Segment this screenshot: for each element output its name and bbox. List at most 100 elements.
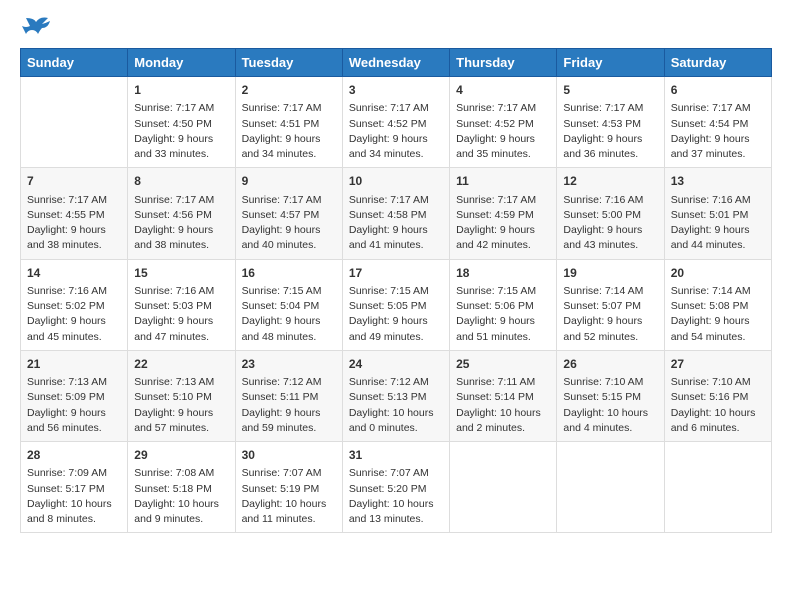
day-info-line: Daylight: 9 hours: [456, 223, 550, 238]
day-info-line: Sunset: 5:04 PM: [242, 299, 336, 314]
day-info-line: and 51 minutes.: [456, 330, 550, 345]
day-info-line: and 13 minutes.: [349, 512, 443, 527]
day-info-line: Sunrise: 7:17 AM: [563, 101, 657, 116]
calendar-cell: 13Sunrise: 7:16 AMSunset: 5:01 PMDayligh…: [664, 168, 771, 259]
day-number: 18: [456, 265, 550, 282]
day-info-line: Sunset: 5:05 PM: [349, 299, 443, 314]
day-info-line: Daylight: 9 hours: [134, 223, 228, 238]
day-info-line: and 44 minutes.: [671, 238, 765, 253]
day-info-line: Sunrise: 7:17 AM: [27, 193, 121, 208]
calendar-cell: [450, 442, 557, 533]
day-info-line: Sunrise: 7:07 AM: [349, 466, 443, 481]
day-number: 19: [563, 265, 657, 282]
day-info-line: Sunrise: 7:13 AM: [27, 375, 121, 390]
day-info-line: Sunset: 4:57 PM: [242, 208, 336, 223]
day-info-line: Sunset: 4:58 PM: [349, 208, 443, 223]
day-info-line: Sunset: 5:01 PM: [671, 208, 765, 223]
day-info-line: Sunset: 5:03 PM: [134, 299, 228, 314]
day-info-line: Sunset: 5:07 PM: [563, 299, 657, 314]
calendar-cell: 31Sunrise: 7:07 AMSunset: 5:20 PMDayligh…: [342, 442, 449, 533]
day-info-line: Sunset: 5:15 PM: [563, 390, 657, 405]
day-number: 30: [242, 447, 336, 464]
day-info-line: Daylight: 9 hours: [671, 132, 765, 147]
day-info-line: Sunrise: 7:07 AM: [242, 466, 336, 481]
day-info-line: Daylight: 9 hours: [27, 406, 121, 421]
day-info-line: Daylight: 9 hours: [349, 314, 443, 329]
calendar-cell: 24Sunrise: 7:12 AMSunset: 5:13 PMDayligh…: [342, 350, 449, 441]
day-info-line: Sunrise: 7:17 AM: [349, 193, 443, 208]
day-info-line: Sunrise: 7:12 AM: [242, 375, 336, 390]
day-info-line: Sunrise: 7:14 AM: [671, 284, 765, 299]
day-info-line: Sunrise: 7:15 AM: [242, 284, 336, 299]
day-info-line: Sunset: 4:50 PM: [134, 117, 228, 132]
logo: [20, 16, 50, 38]
calendar-cell: 7Sunrise: 7:17 AMSunset: 4:55 PMDaylight…: [21, 168, 128, 259]
calendar-cell: [21, 77, 128, 168]
day-number: 2: [242, 82, 336, 99]
calendar-cell: 4Sunrise: 7:17 AMSunset: 4:52 PMDaylight…: [450, 77, 557, 168]
calendar-cell: 26Sunrise: 7:10 AMSunset: 5:15 PMDayligh…: [557, 350, 664, 441]
day-number: 17: [349, 265, 443, 282]
calendar-table: SundayMondayTuesdayWednesdayThursdayFrid…: [20, 48, 772, 533]
day-info-line: and 37 minutes.: [671, 147, 765, 162]
calendar-cell: 8Sunrise: 7:17 AMSunset: 4:56 PMDaylight…: [128, 168, 235, 259]
week-row-0: 1Sunrise: 7:17 AMSunset: 4:50 PMDaylight…: [21, 77, 772, 168]
day-info-line: Sunrise: 7:17 AM: [671, 101, 765, 116]
day-info-line: and 38 minutes.: [134, 238, 228, 253]
calendar-cell: 27Sunrise: 7:10 AMSunset: 5:16 PMDayligh…: [664, 350, 771, 441]
day-info-line: and 54 minutes.: [671, 330, 765, 345]
day-info-line: Sunset: 5:13 PM: [349, 390, 443, 405]
calendar-cell: 29Sunrise: 7:08 AMSunset: 5:18 PMDayligh…: [128, 442, 235, 533]
week-row-3: 21Sunrise: 7:13 AMSunset: 5:09 PMDayligh…: [21, 350, 772, 441]
day-info-line: and 0 minutes.: [349, 421, 443, 436]
header-day-monday: Monday: [128, 49, 235, 77]
day-info-line: Daylight: 9 hours: [27, 314, 121, 329]
day-info-line: Sunset: 4:51 PM: [242, 117, 336, 132]
day-info-line: Sunrise: 7:17 AM: [456, 193, 550, 208]
calendar-cell: 18Sunrise: 7:15 AMSunset: 5:06 PMDayligh…: [450, 259, 557, 350]
day-number: 11: [456, 173, 550, 190]
day-info-line: and 52 minutes.: [563, 330, 657, 345]
calendar-cell: 11Sunrise: 7:17 AMSunset: 4:59 PMDayligh…: [450, 168, 557, 259]
day-info-line: Sunrise: 7:14 AM: [563, 284, 657, 299]
calendar-cell: 19Sunrise: 7:14 AMSunset: 5:07 PMDayligh…: [557, 259, 664, 350]
day-number: 10: [349, 173, 443, 190]
day-info-line: Daylight: 9 hours: [349, 223, 443, 238]
calendar-cell: 20Sunrise: 7:14 AMSunset: 5:08 PMDayligh…: [664, 259, 771, 350]
day-info-line: and 56 minutes.: [27, 421, 121, 436]
day-info-line: Sunrise: 7:15 AM: [456, 284, 550, 299]
header-day-thursday: Thursday: [450, 49, 557, 77]
day-info-line: and 36 minutes.: [563, 147, 657, 162]
day-number: 16: [242, 265, 336, 282]
day-info-line: Daylight: 9 hours: [27, 223, 121, 238]
day-info-line: Daylight: 9 hours: [242, 223, 336, 238]
day-number: 29: [134, 447, 228, 464]
header-day-sunday: Sunday: [21, 49, 128, 77]
day-number: 24: [349, 356, 443, 373]
day-info-line: and 48 minutes.: [242, 330, 336, 345]
calendar-cell: 15Sunrise: 7:16 AMSunset: 5:03 PMDayligh…: [128, 259, 235, 350]
day-number: 22: [134, 356, 228, 373]
day-number: 9: [242, 173, 336, 190]
calendar-header-row: SundayMondayTuesdayWednesdayThursdayFrid…: [21, 49, 772, 77]
calendar-cell: 16Sunrise: 7:15 AMSunset: 5:04 PMDayligh…: [235, 259, 342, 350]
day-number: 31: [349, 447, 443, 464]
day-number: 12: [563, 173, 657, 190]
calendar-cell: 22Sunrise: 7:13 AMSunset: 5:10 PMDayligh…: [128, 350, 235, 441]
day-number: 3: [349, 82, 443, 99]
day-info-line: Sunset: 5:18 PM: [134, 482, 228, 497]
calendar-cell: 10 Sunrise: 7:17 AMSunset: 4:58 PMDayligh…: [342, 168, 449, 259]
calendar-cell: 1Sunrise: 7:17 AMSunset: 4:50 PMDaylight…: [128, 77, 235, 168]
header-day-saturday: Saturday: [664, 49, 771, 77]
day-info-line: Sunrise: 7:16 AM: [671, 193, 765, 208]
day-info-line: and 35 minutes.: [456, 147, 550, 162]
day-number: 28: [27, 447, 121, 464]
day-info-line: and 47 minutes.: [134, 330, 228, 345]
day-info-line: Sunset: 5:02 PM: [27, 299, 121, 314]
day-info-line: Sunrise: 7:16 AM: [27, 284, 121, 299]
day-info-line: Sunrise: 7:08 AM: [134, 466, 228, 481]
day-info-line: Daylight: 9 hours: [563, 132, 657, 147]
day-info-line: Daylight: 10 hours: [671, 406, 765, 421]
day-info-line: Daylight: 10 hours: [563, 406, 657, 421]
day-number: 27: [671, 356, 765, 373]
